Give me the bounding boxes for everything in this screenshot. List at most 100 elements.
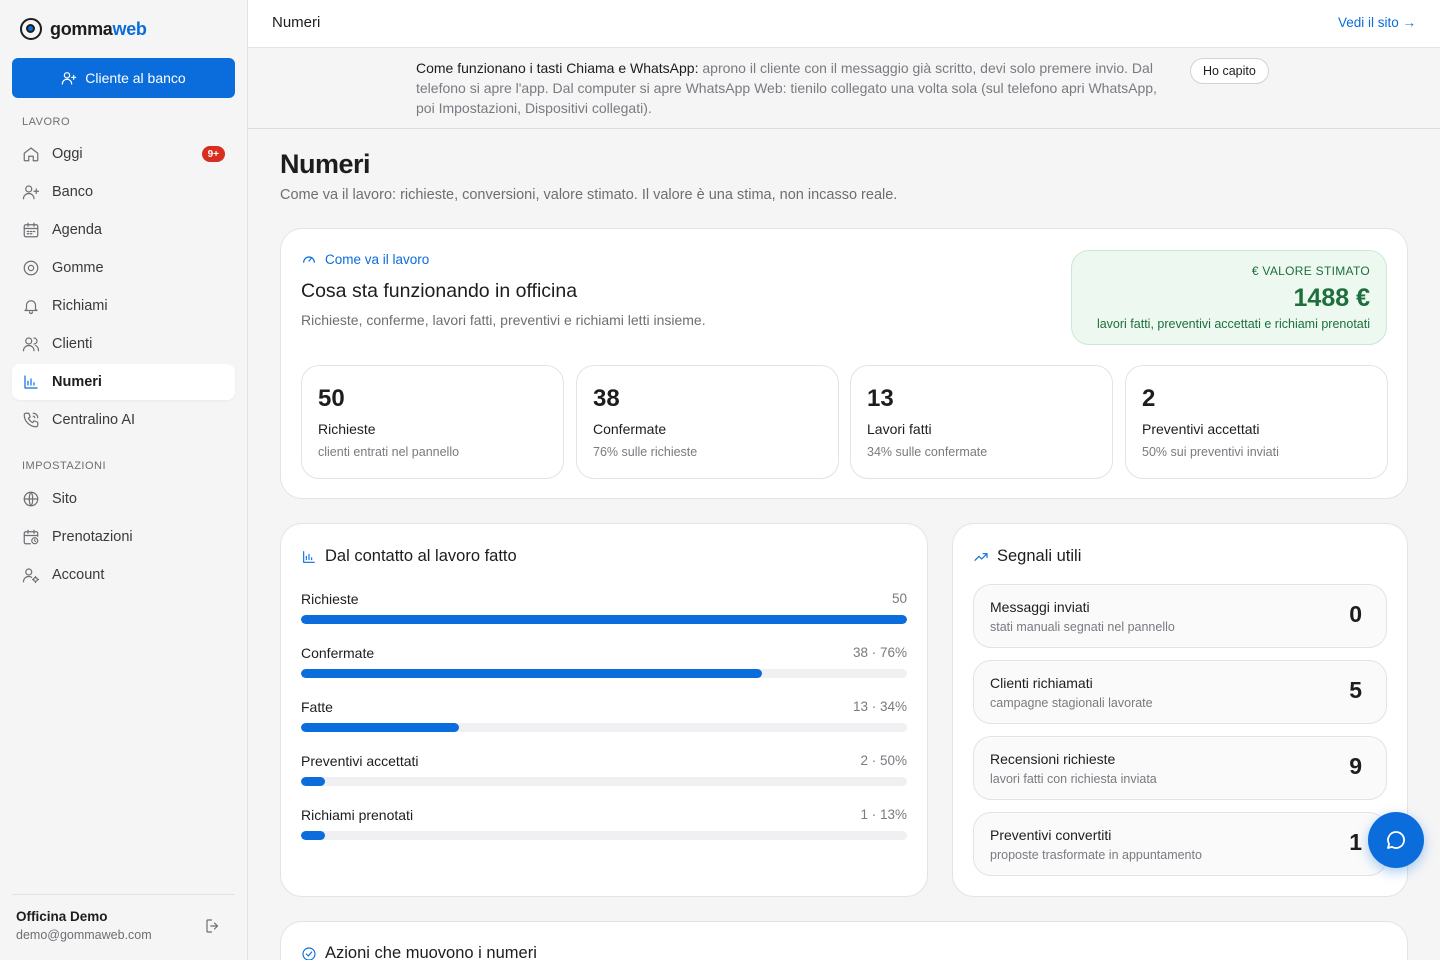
chat-bubble-icon xyxy=(1387,831,1405,849)
stat-number: 38 xyxy=(593,385,620,412)
sidebar-item-clienti[interactable]: Clienti xyxy=(12,326,235,362)
sidebar-item-oggi[interactable]: Oggi 9+ xyxy=(12,136,235,172)
user-name: Officina Demo xyxy=(16,909,108,924)
signal-note: campagne stagionali lavorate xyxy=(990,696,1153,710)
funnel-title: Dal contatto al lavoro fatto xyxy=(325,547,517,565)
stat-note: clienti entrati nel pannello xyxy=(318,445,460,459)
signals-card: Segnali utili Messaggi inviati stati man… xyxy=(952,523,1408,897)
stat-card-confermate: 38 Confermate 76% sulle richieste xyxy=(576,365,839,479)
stat-card-preventivi-accettati: 2 Preventivi accettati 50% sui preventiv… xyxy=(1125,365,1388,479)
progress-track xyxy=(301,723,907,732)
sidebar-item-agenda[interactable]: Agenda xyxy=(12,212,235,248)
user-gear-icon xyxy=(22,568,40,584)
overview-card: Come va il lavoro Cosa sta funzionando i… xyxy=(280,228,1408,499)
actions-header: Azioni che muovono i numeri xyxy=(301,944,537,960)
stat-label: Richieste xyxy=(318,421,376,437)
signal-count: 1 xyxy=(1349,829,1362,855)
signal-item: Recensioni richieste lavori fatti con ri… xyxy=(973,736,1387,800)
funnel-row-confermate: Confermate 38 · 76% xyxy=(301,645,907,685)
estimated-value-box: € VALORE STIMATO 1488 € lavori fatti, pr… xyxy=(1071,250,1387,345)
signals-header: Segnali utili xyxy=(973,547,1081,566)
sidebar-item-account[interactable]: Account xyxy=(12,557,235,593)
signal-label: Clienti richiamati xyxy=(990,675,1093,691)
signal-count: 5 xyxy=(1349,677,1362,703)
user-email: demo@gommaweb.com xyxy=(16,928,152,942)
cliente-al-banco-button[interactable]: Cliente al banco xyxy=(12,58,235,98)
sidebar-item-label: Sito xyxy=(52,491,77,507)
progress-fill xyxy=(301,777,326,786)
sidebar-item-gomme[interactable]: Gomme xyxy=(12,250,235,286)
funnel-row-value: 1 · 13% xyxy=(860,807,907,822)
notification-badge: 9+ xyxy=(201,146,225,162)
gauge-icon xyxy=(303,256,315,263)
sidebar-item-sito[interactable]: Sito xyxy=(12,481,235,517)
funnel-row-fatte: Fatte 13 · 34% xyxy=(301,699,907,739)
sidebar-item-centralino-ai[interactable]: Centralino AI xyxy=(12,402,235,438)
view-site-link[interactable]: Vedi il sito → xyxy=(1338,15,1416,30)
funnel-row-label: Richieste xyxy=(301,591,359,607)
funnel-row-value: 13 · 34% xyxy=(852,699,907,714)
cta-label: Cliente al banco xyxy=(85,70,186,86)
sidebar-item-prenotazioni[interactable]: Prenotazioni xyxy=(12,519,235,555)
sidebar-item-banco[interactable]: Banco xyxy=(12,174,235,210)
dismiss-banner-button[interactable]: Ho capito xyxy=(1190,58,1269,84)
stat-number: 2 xyxy=(1142,385,1156,412)
sidebar-item-label: Richiami xyxy=(52,298,108,314)
home-icon xyxy=(23,147,39,162)
overview-eyebrow: Come va il lavoro xyxy=(301,251,429,267)
progress-track xyxy=(301,831,907,840)
users-icon xyxy=(22,337,40,352)
sidebar-item-label: Centralino AI xyxy=(52,412,136,428)
stat-label: Lavori fatti xyxy=(867,421,932,437)
funnel-row-label: Confermate xyxy=(301,645,375,661)
user-plus-icon xyxy=(22,185,40,200)
calendar-clock-icon xyxy=(23,529,39,545)
funnel-row-value: 38 · 76% xyxy=(852,645,907,660)
progress-fill xyxy=(301,723,459,732)
brand-name-part1: gomma xyxy=(50,18,113,39)
funnel-row-preventivi-accettati: Preventivi accettati 2 · 50% xyxy=(301,753,907,793)
sidebar: gommaweb Cliente al banco LAVORO Oggi 9+… xyxy=(0,0,248,960)
progress-fill xyxy=(301,615,907,624)
funnel-card: Dal contatto al lavoro fatto Richieste 5… xyxy=(280,523,928,897)
brand-logo[interactable]: gommaweb xyxy=(20,16,147,42)
signal-note: proposte trasformate in appuntamento xyxy=(990,848,1202,862)
chart-icon xyxy=(303,550,315,563)
signal-item: Clienti richiamati campagne stagionali l… xyxy=(973,660,1387,724)
logout-button[interactable] xyxy=(204,917,222,935)
progress-track xyxy=(301,615,907,624)
stat-note: 50% sui preventivi inviati xyxy=(1142,445,1279,459)
sidebar-item-label: Clienti xyxy=(52,336,93,352)
stat-note: 76% sulle richieste xyxy=(593,445,698,459)
funnel-header: Dal contatto al lavoro fatto xyxy=(301,547,517,566)
signal-label: Messaggi inviati xyxy=(990,599,1090,615)
sidebar-item-label: Prenotazioni xyxy=(52,529,133,545)
actions-title: Azioni che muovono i numeri xyxy=(325,944,537,960)
logo-mark-icon xyxy=(20,18,42,40)
stat-label: Confermate xyxy=(593,421,667,437)
signal-item: Preventivi convertiti proposte trasforma… xyxy=(973,812,1387,876)
progress-track xyxy=(301,669,907,678)
signal-count: 0 xyxy=(1349,601,1362,627)
brand-name-part2: web xyxy=(112,18,147,39)
tire-icon xyxy=(23,260,39,276)
funnel-row-richiami-prenotati: Richiami prenotati 1 · 13% xyxy=(301,807,907,847)
overview-title: Cosa sta funzionando in officina xyxy=(301,280,578,302)
sidebar-item-label: Banco xyxy=(52,184,94,200)
logout-icon xyxy=(206,919,219,933)
estimated-value-amount: 1488 € xyxy=(1293,284,1370,312)
sidebar-item-richiami[interactable]: Richiami xyxy=(12,288,235,324)
page-title: Numeri xyxy=(280,149,371,179)
topbar-title: Numeri xyxy=(272,14,321,31)
estimated-value-label: € VALORE STIMATO xyxy=(1251,264,1370,278)
chat-button[interactable] xyxy=(1368,812,1424,868)
signal-label: Recensioni richieste xyxy=(990,751,1116,767)
signal-label: Preventivi convertiti xyxy=(990,827,1112,843)
signal-count: 9 xyxy=(1349,753,1362,779)
sidebar-item-numeri[interactable]: Numeri xyxy=(12,364,235,400)
sidebar-item-label: Gomme xyxy=(52,260,104,276)
sidebar-item-label: Agenda xyxy=(52,222,102,238)
progress-fill xyxy=(301,831,326,840)
page-subtitle: Come va il lavoro: richieste, conversion… xyxy=(280,187,898,203)
actions-card: Azioni che muovono i numeri xyxy=(280,921,1408,960)
